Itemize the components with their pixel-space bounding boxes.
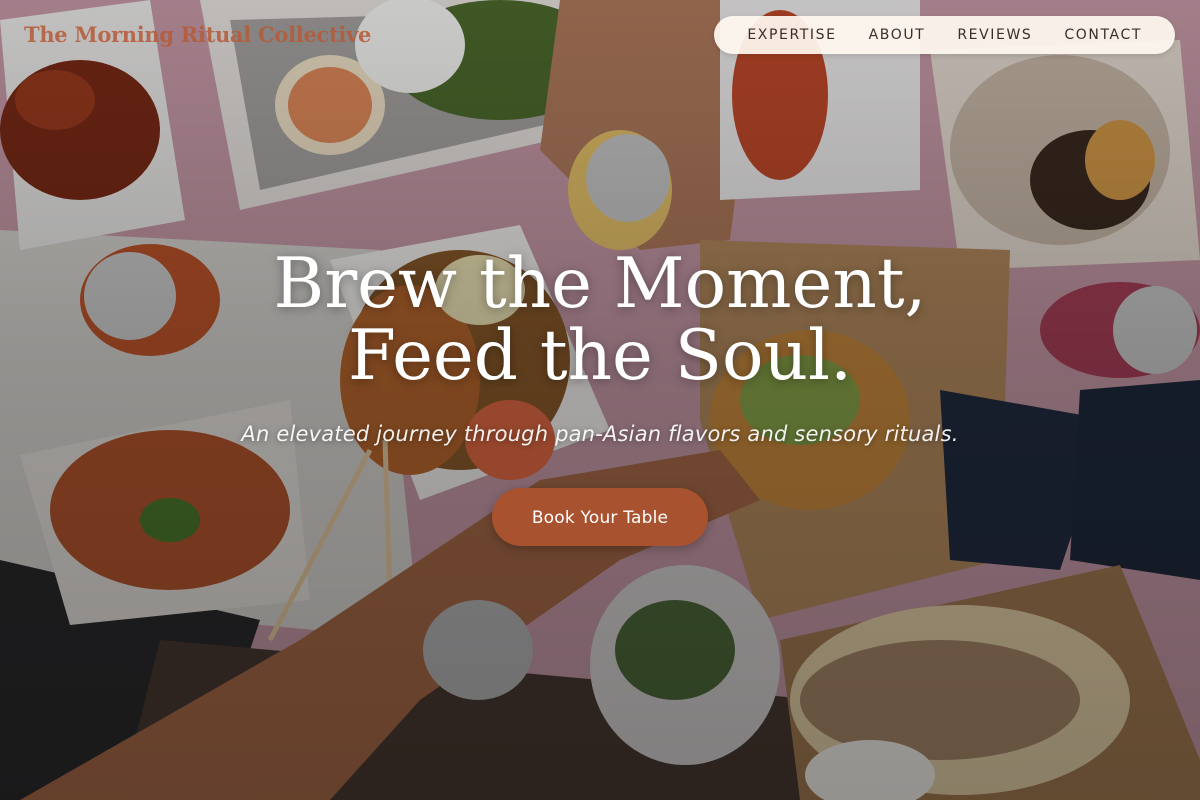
hero-content: Brew the Moment, Feed the Soul. An eleva… xyxy=(0,248,1200,546)
brand-logo[interactable]: The Morning Ritual Collective xyxy=(24,22,371,47)
nav-link-contact[interactable]: CONTACT xyxy=(1064,27,1142,43)
nav-link-about[interactable]: ABOUT xyxy=(869,27,926,43)
nav-link-expertise[interactable]: EXPERTISE xyxy=(747,27,836,43)
hero-tagline: An elevated journey through pan-Asian fl… xyxy=(241,422,959,446)
book-table-button[interactable]: Book Your Table xyxy=(492,488,708,546)
nav-link-reviews[interactable]: REVIEWS xyxy=(957,27,1032,43)
hero-headline: Brew the Moment, Feed the Soul. xyxy=(273,244,927,396)
top-navigation: EXPERTISE ABOUT REVIEWS CONTACT xyxy=(714,16,1175,54)
hero-section: The Morning Ritual Collective EXPERTISE … xyxy=(0,0,1200,800)
